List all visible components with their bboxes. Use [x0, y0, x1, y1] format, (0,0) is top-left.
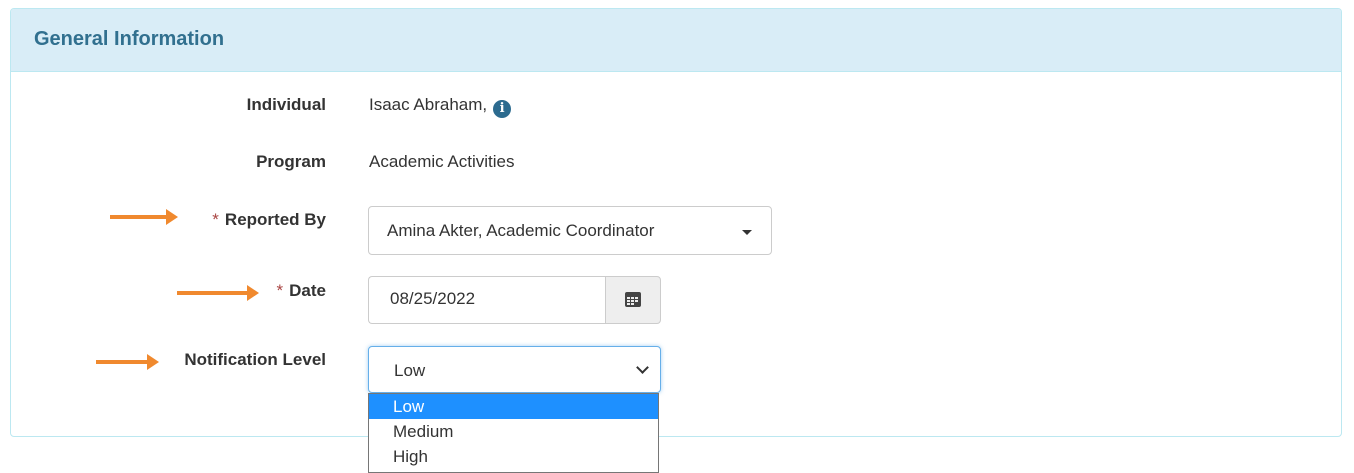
date-label: * Date — [277, 281, 326, 301]
notification-level-options: Low Medium High — [368, 393, 659, 473]
reported-by-label: * Reported By — [212, 210, 326, 230]
reported-by-select[interactable]: Amina Akter, Academic Coordinator — [368, 206, 772, 255]
annotation-arrow-notification-level — [96, 354, 159, 370]
individual-label: Individual — [246, 95, 326, 114]
individual-name: Isaac Abraham, — [369, 95, 488, 114]
panel-title: General Information — [34, 28, 225, 50]
caret-down-icon — [742, 230, 752, 235]
option-high[interactable]: High — [369, 444, 658, 469]
date-input[interactable]: 08/25/2022 — [368, 276, 605, 324]
notification-level-select[interactable]: Low — [368, 346, 661, 393]
annotation-arrow-reported-by — [110, 209, 178, 225]
reported-by-label-text: Reported By — [224, 210, 326, 229]
option-medium[interactable]: Medium — [369, 419, 658, 444]
calendar-icon — [625, 292, 641, 307]
notification-level-label: Notification Level — [184, 350, 326, 369]
chevron-down-icon — [636, 361, 649, 374]
calendar-button[interactable] — [605, 276, 661, 324]
required-marker: * — [212, 210, 219, 229]
annotation-arrow-date — [177, 285, 259, 301]
individual-value: Isaac Abraham, i — [369, 95, 512, 118]
notification-level-selected-value: Low — [394, 361, 426, 380]
info-icon[interactable]: i — [493, 100, 512, 118]
date-label-text: Date — [289, 281, 326, 300]
program-value: Academic Activities — [369, 152, 515, 171]
required-marker: * — [276, 281, 284, 300]
reported-by-selected-value: Amina Akter, Academic Coordinator — [387, 221, 655, 240]
panel-heading: General Information — [11, 9, 1341, 72]
option-low[interactable]: Low — [369, 394, 658, 419]
program-label: Program — [256, 152, 326, 171]
